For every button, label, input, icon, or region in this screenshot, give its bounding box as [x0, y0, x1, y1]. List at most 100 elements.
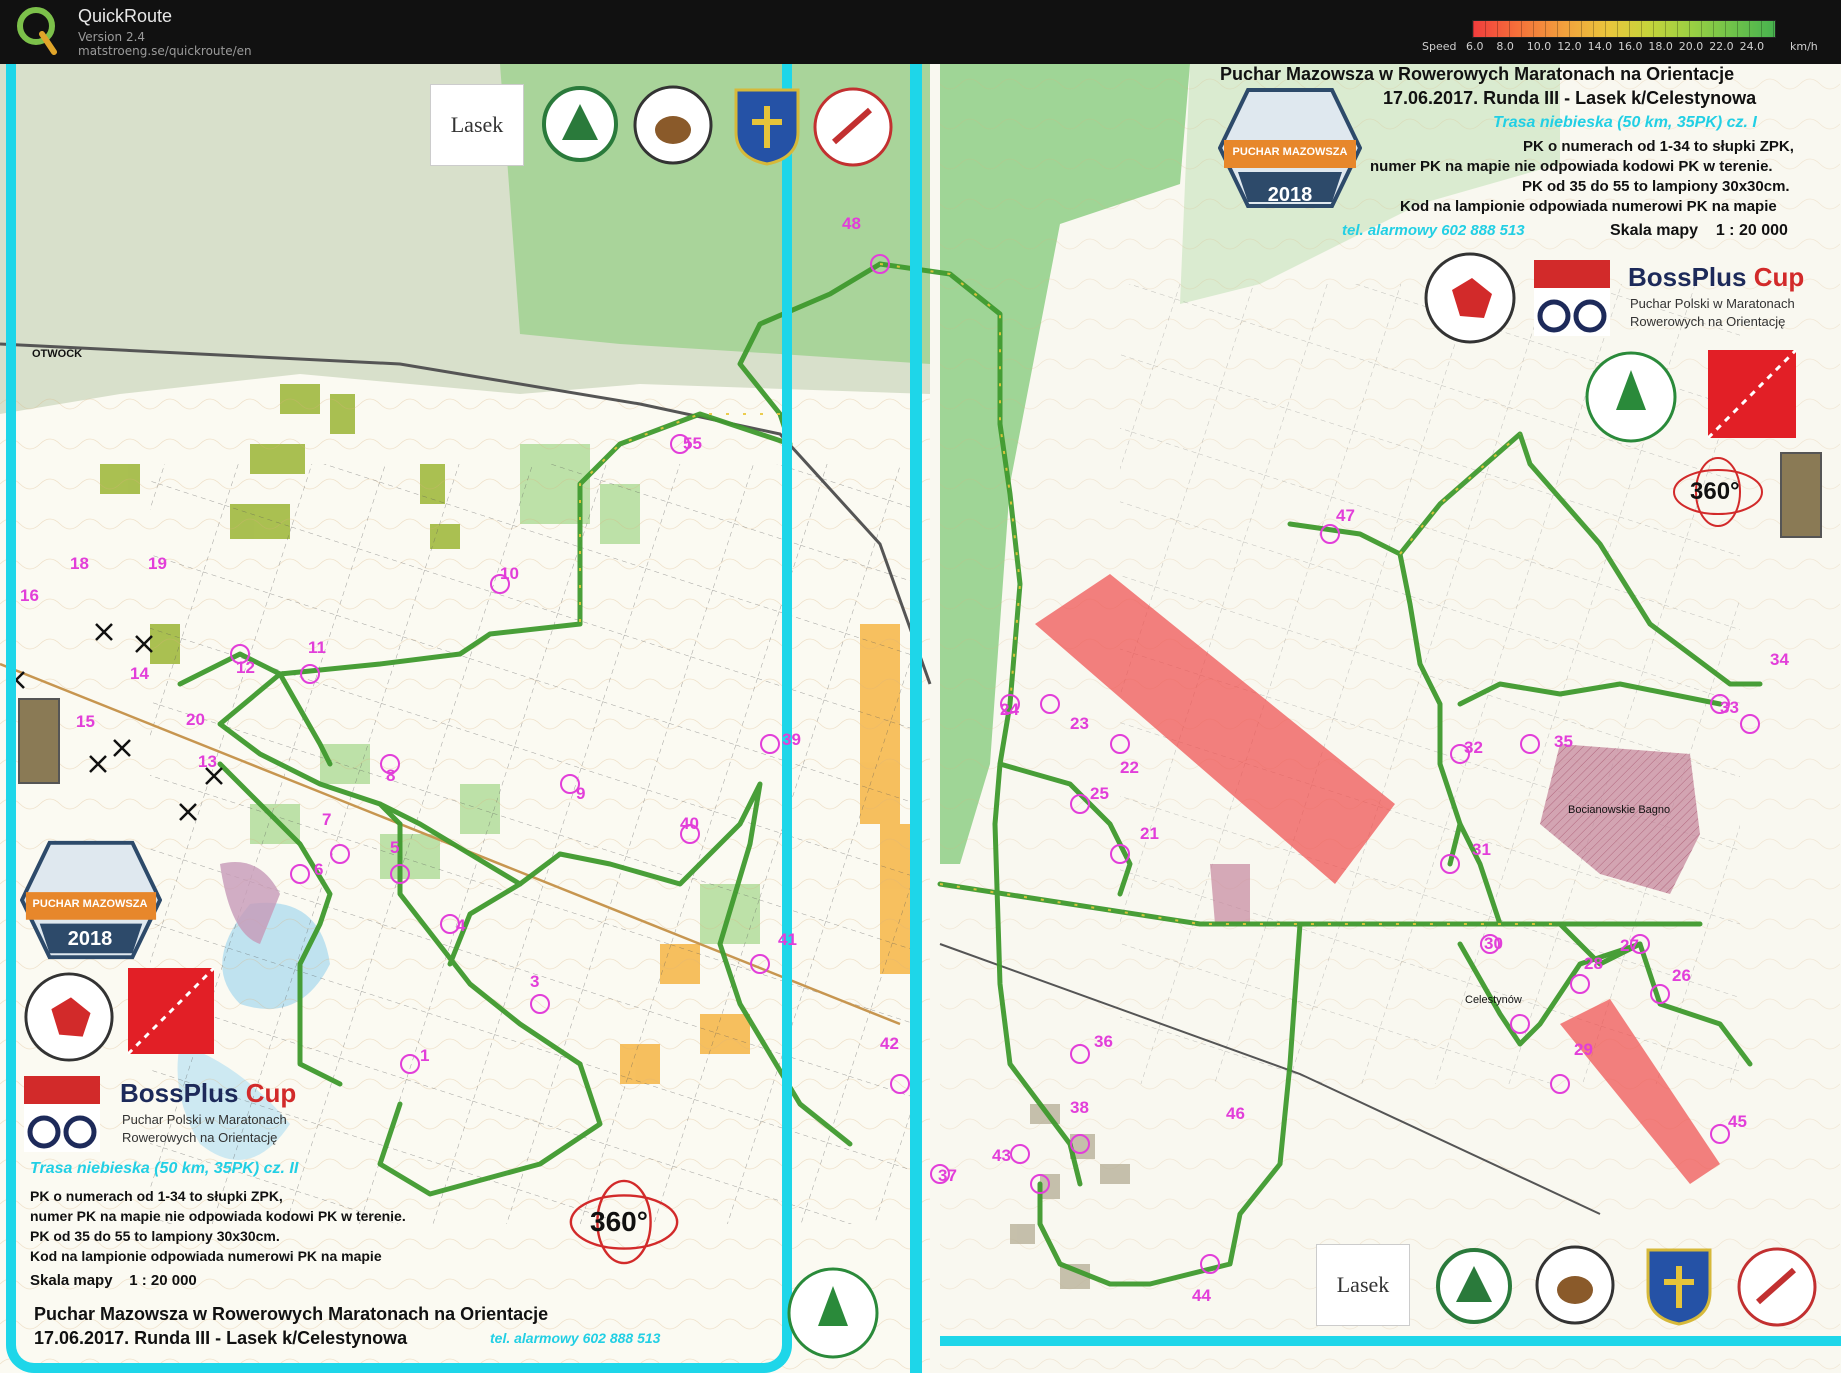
nadlesnictwo-bottom-icon — [1535, 1245, 1615, 1325]
control-post-photo-left — [18, 698, 60, 784]
speed-tick: 16.0 — [1618, 40, 1643, 53]
control-label-20: 20 — [186, 710, 205, 729]
right-info-2: numer PK na mapie nie odpowiada kodowi P… — [1370, 158, 1773, 175]
sheet-divider — [910, 64, 922, 1373]
coat-of-arms-logo-icon — [734, 88, 800, 166]
control-label-8: 8 — [386, 766, 396, 785]
badge-left-year: 2018 — [67, 928, 113, 950]
control-label-10: 10 — [500, 564, 519, 583]
left-route-name: Trasa niebieska (50 km, 35PK) cz. II — [30, 1160, 299, 1177]
speed-unit: km/h — [1790, 40, 1818, 53]
speed-tick: 14.0 — [1587, 40, 1613, 53]
speed-tick: 8.0 — [1496, 40, 1514, 53]
speed-tick: 12.0 — [1557, 40, 1582, 53]
mazowsze-logo-right-icon — [1424, 252, 1516, 344]
control-label-43: 43 — [992, 1146, 1011, 1165]
place-celestynow: Celestynów — [1465, 994, 1522, 1006]
right-scale: Skala mapy 1 : 20 000 — [1610, 222, 1788, 239]
club-logo-icon — [813, 87, 893, 167]
control-label-24: 24 — [1000, 700, 1019, 719]
speed-label: Speed — [1422, 40, 1457, 53]
title-bar: QuickRoute Version 2.4 matstroeng.se/qui… — [0, 0, 1841, 64]
lasy-panstwowe-logo-icon — [542, 86, 618, 162]
control-label-30: 30 — [1484, 934, 1503, 953]
control-label-14: 14 — [130, 664, 149, 683]
lasy-panstwowe-bottom-icon — [1436, 1248, 1512, 1324]
speed-tick: 24.0 — [1739, 40, 1765, 53]
control-label-47: 47 — [1336, 506, 1355, 525]
bossplus-left-title: BossPlus Cup — [120, 1078, 297, 1108]
right-info-4: Kod na lampionie odpowiada numerowi PK n… — [1400, 198, 1777, 215]
left-scale: Skala mapy 1 : 20 000 — [30, 1272, 197, 1289]
right-route-name: Trasa niebieska (50 km, 35PK) cz. I — [1493, 114, 1757, 131]
place-otwock: OTWOCK — [32, 348, 83, 360]
bossplus-right-sub1: Puchar Polski w Maratonach — [1630, 296, 1795, 311]
right-phone: tel. alarmowy 602 888 513 — [1342, 222, 1525, 239]
speed-tick: 10.0 — [1526, 40, 1552, 53]
control-label-22: 22 — [1120, 758, 1139, 777]
route-map[interactable]: OTWOCK Celestynów Bocianowskie Bagno 134… — [0, 64, 1841, 1373]
control-label-34: 34 — [1770, 650, 1789, 669]
speed-color-scale — [1472, 20, 1776, 38]
nadlesnictwo-logo-icon — [633, 85, 713, 165]
control-label-7: 7 — [322, 810, 332, 829]
control-label-12: 12 — [236, 658, 255, 677]
control-label-19: 19 — [148, 554, 167, 573]
control-label-27: 27 — [1620, 936, 1639, 955]
lasek-logo: Lasek — [430, 84, 524, 166]
zigzag-logo-left-icon — [128, 968, 214, 1054]
app-url: matstroeng.se/quickroute/en — [78, 44, 252, 58]
control-label-32: 32 — [1464, 738, 1483, 757]
control-label-13: 13 — [198, 752, 217, 771]
mazowsze-logo-left-icon — [24, 972, 114, 1062]
control-label-55: 55 — [683, 434, 702, 453]
control-label-33: 33 — [1720, 698, 1739, 717]
left-info-4: Kod na lampionie odpowiada numerowi PK n… — [30, 1248, 382, 1264]
control-label-45: 45 — [1728, 1112, 1747, 1131]
right-info-3: PK od 35 do 55 to lampiony 30x30cm. — [1522, 178, 1790, 195]
bossplus-left-sub2: Rowerowych na Orientację — [122, 1130, 278, 1145]
control-label-15: 15 — [76, 712, 95, 731]
bossplus-right-title: BossPlus Cup — [1628, 262, 1805, 292]
control-label-41: 41 — [778, 930, 797, 949]
bossplus-left-sub1: Puchar Polski w Maratonach — [122, 1112, 287, 1127]
control-label-11: 11 — [308, 638, 326, 657]
control-label-28: 28 — [1584, 954, 1603, 973]
control-label-38: 38 — [1070, 1098, 1089, 1117]
right-event-title: Puchar Mazowsza w Rowerowych Maratonach … — [1220, 64, 1735, 84]
control-label-42: 42 — [880, 1034, 899, 1053]
control-label-3: 3 — [530, 972, 540, 991]
control-label-31: 31 — [1472, 840, 1491, 859]
left-info-2: numer PK na mapie nie odpowiada kodowi P… — [30, 1208, 406, 1224]
right-event-date: 17.06.2017. Runda III - Lasek k/Celestyn… — [1383, 88, 1757, 108]
control-label-36: 36 — [1094, 1032, 1113, 1051]
speed-tick: 22.0 — [1709, 40, 1734, 53]
n360-left-text: 360° — [590, 1206, 648, 1237]
control-label-1: 1 — [420, 1046, 430, 1065]
bossplus-right-sub2: Rowerowych na Orientację — [1630, 314, 1786, 329]
zpk-logo-left-icon — [787, 1267, 879, 1359]
control-label-9: 9 — [576, 784, 586, 803]
control-label-46: 46 — [1226, 1104, 1245, 1123]
app-name: QuickRoute — [78, 6, 173, 26]
control-label-4: 4 — [456, 916, 466, 935]
left-phone: tel. alarmowy 602 888 513 — [490, 1330, 661, 1346]
coat-of-arms-bottom-icon — [1646, 1248, 1712, 1326]
lasek-logo-bottom: Lasek — [1316, 1244, 1410, 1326]
control-label-44: 44 — [1192, 1286, 1211, 1305]
badge-left-title: PUCHAR MAZOWSZA — [32, 898, 148, 910]
club-logo-bottom-icon — [1737, 1247, 1817, 1327]
control-label-18: 18 — [70, 554, 89, 573]
control-label-48: 48 — [842, 214, 861, 233]
zpk-logo-right-icon — [1585, 351, 1677, 443]
control-label-40: 40 — [680, 814, 699, 833]
speed-tick: 20.0 — [1678, 40, 1704, 53]
badge-right-title: PUCHAR MAZOWSZA — [1232, 146, 1348, 158]
place-bocianowskie-bagno: Bocianowskie Bagno — [1568, 804, 1671, 816]
speed-tick: 6.0 — [1466, 40, 1484, 53]
app-version: Version 2.4 — [78, 30, 146, 44]
left-event-date: 17.06.2017. Runda III - Lasek k/Celestyn… — [34, 1328, 408, 1348]
control-label-6: 6 — [314, 860, 324, 879]
quickroute-logo-icon — [17, 7, 57, 55]
left-event-title: Puchar Mazowsza w Rowerowych Maratonach … — [34, 1304, 549, 1324]
